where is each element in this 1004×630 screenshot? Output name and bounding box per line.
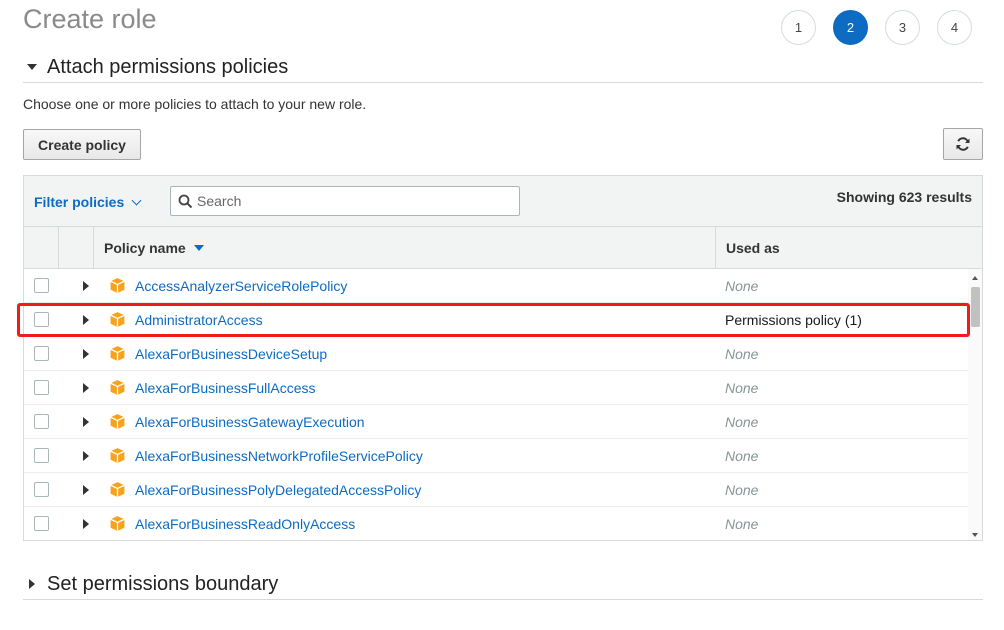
expand-arrow-icon[interactable] [83, 416, 89, 427]
used-as-value: None [725, 277, 759, 294]
expand-arrow-icon[interactable] [83, 518, 89, 529]
policy-cube-icon [109, 447, 126, 464]
row-checkbox[interactable] [34, 380, 49, 395]
table-row[interactable]: AlexaForBusinessGatewayExecution None [24, 405, 968, 439]
attach-policies-header[interactable]: Attach permissions policies [23, 52, 983, 83]
wizard-steps: 1 2 3 4 [781, 10, 972, 45]
table-header: Policy name Used as [24, 227, 982, 269]
table-row[interactable]: AlexaForBusinessNetworkProfileServicePol… [24, 439, 968, 473]
row-checkbox[interactable] [34, 414, 49, 429]
step-1[interactable]: 1 [781, 10, 816, 45]
policy-cube-icon [109, 345, 126, 362]
step-4[interactable]: 4 [937, 10, 972, 45]
step-2[interactable]: 2 [833, 10, 868, 45]
table-scrollbar[interactable] [968, 269, 982, 540]
page-title: Create role [23, 4, 157, 34]
policy-name-link[interactable]: AlexaForBusinessDeviceSetup [135, 346, 725, 362]
used-as-value: None [725, 515, 759, 532]
table-row[interactable]: AccessAnalyzerServiceRolePolicy None [24, 269, 968, 303]
header-expand-cell [59, 227, 94, 268]
policy-name-link[interactable]: AlexaForBusinessGatewayExecution [135, 414, 725, 430]
policy-cube-icon [109, 481, 126, 498]
chevron-down-icon [131, 195, 142, 205]
refresh-icon [956, 137, 970, 151]
caret-right-icon [29, 579, 35, 589]
filter-policies-label: Filter policies [34, 194, 125, 210]
used-as-value: None [725, 379, 759, 396]
table-row[interactable]: AlexaForBusinessReadOnlyAccess None [24, 507, 968, 540]
policy-name-link[interactable]: AlexaForBusinessFullAccess [135, 380, 725, 396]
expand-arrow-icon[interactable] [83, 348, 89, 359]
expand-arrow-icon[interactable] [83, 484, 89, 495]
scroll-down-icon[interactable] [972, 533, 978, 537]
results-count: Showing 623 results [836, 189, 972, 205]
policy-name-link[interactable]: AlexaForBusinessReadOnlyAccess [135, 516, 725, 532]
sort-descending-icon [193, 244, 204, 251]
row-checkbox[interactable] [34, 312, 49, 327]
row-checkbox[interactable] [34, 516, 49, 531]
table-row[interactable]: AlexaForBusinessPolyDelegatedAccessPolic… [24, 473, 968, 507]
column-used-as[interactable]: Used as [716, 227, 982, 268]
used-as-value: None [725, 345, 759, 362]
filter-bar: Filter policies Showing 623 results [24, 176, 982, 227]
expand-arrow-icon[interactable] [83, 450, 89, 461]
scroll-thumb[interactable] [971, 287, 980, 327]
policy-name-link[interactable]: AlexaForBusinessNetworkProfileServicePol… [135, 448, 725, 464]
row-checkbox[interactable] [34, 346, 49, 361]
table-row[interactable]: AdministratorAccess Permissions policy (… [24, 303, 968, 337]
step-3[interactable]: 3 [885, 10, 920, 45]
attach-description: Choose one or more policies to attach to… [23, 96, 367, 112]
policy-cube-icon [109, 311, 126, 328]
search-icon [178, 194, 193, 209]
expand-arrow-icon[interactable] [83, 382, 89, 393]
header-select-cell [24, 227, 59, 268]
row-checkbox[interactable] [34, 448, 49, 463]
policy-cube-icon [109, 413, 126, 430]
permissions-boundary-title: Set permissions boundary [47, 572, 279, 595]
used-as-value: None [725, 481, 759, 498]
column-policy-name-label: Policy name [104, 239, 186, 256]
used-as-value: Permissions policy (1) [725, 311, 862, 328]
search-box[interactable] [170, 186, 520, 216]
permissions-boundary-header[interactable]: Set permissions boundary [23, 569, 983, 600]
used-as-value: None [725, 413, 759, 430]
search-input[interactable] [197, 193, 497, 209]
policy-cube-icon [109, 515, 126, 532]
filter-policies-dropdown[interactable]: Filter policies [34, 194, 142, 210]
scroll-up-icon[interactable] [972, 276, 978, 280]
policy-name-link[interactable]: AccessAnalyzerServiceRolePolicy [135, 278, 725, 294]
column-policy-name[interactable]: Policy name [94, 227, 716, 268]
policy-name-link[interactable]: AdministratorAccess [135, 312, 725, 328]
expand-arrow-icon[interactable] [83, 280, 89, 291]
used-as-value: None [725, 447, 759, 464]
table-row[interactable]: AlexaForBusinessDeviceSetup None [24, 337, 968, 371]
table-body: AccessAnalyzerServiceRolePolicy None Adm… [24, 269, 968, 540]
column-used-as-label: Used as [726, 239, 780, 256]
policy-name-link[interactable]: AlexaForBusinessPolyDelegatedAccessPolic… [135, 482, 725, 498]
policies-table: Filter policies Showing 623 results Poli… [23, 175, 983, 541]
policy-cube-icon [109, 277, 126, 294]
row-checkbox[interactable] [34, 482, 49, 497]
expand-arrow-icon[interactable] [83, 314, 89, 325]
refresh-button[interactable] [943, 128, 983, 160]
policy-cube-icon [109, 379, 126, 396]
table-row[interactable]: AlexaForBusinessFullAccess None [24, 371, 968, 405]
attach-policies-title: Attach permissions policies [47, 55, 289, 78]
row-checkbox[interactable] [34, 278, 49, 293]
caret-down-icon [27, 64, 37, 70]
create-policy-button[interactable]: Create policy [23, 129, 141, 160]
